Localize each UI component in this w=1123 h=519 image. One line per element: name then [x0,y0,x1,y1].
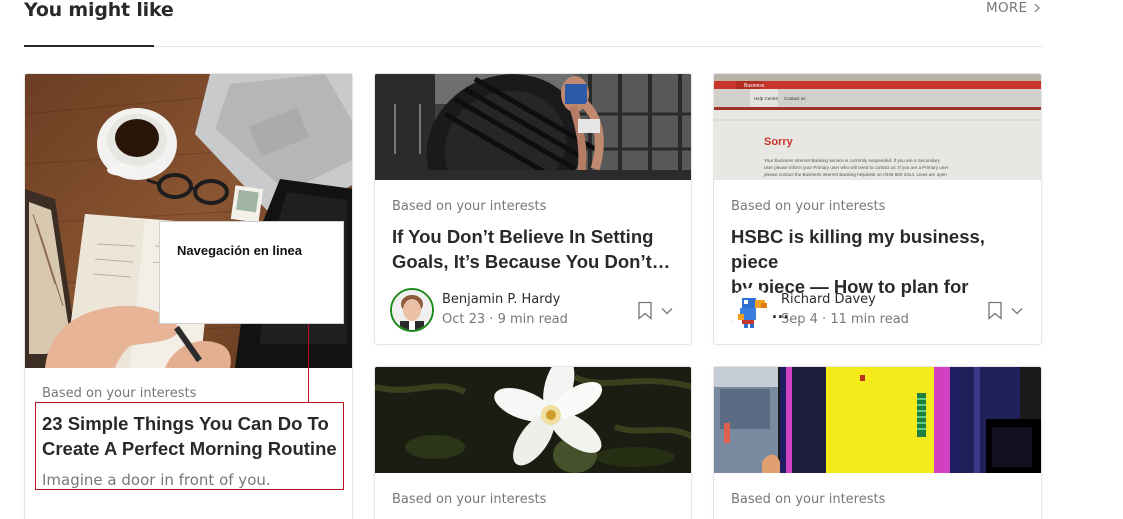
banking-body-line1: Your Business Internet Banking service i… [764,158,940,163]
more-label: MORE [986,0,1028,16]
annotation-callout: Navegación en linea [159,221,344,324]
author-row: Benjamin P. Hardy Oct 23 · 9 min read [390,288,568,332]
card-kicker: Based on your interests [392,492,547,507]
post-meta: Sep 4 · 11 min read [781,310,909,330]
more-link[interactable]: MORE [986,0,1041,16]
banking-sorry-heading: Sorry [764,136,794,148]
banking-body-line2: user please inform your Primary user who… [764,165,949,170]
author-name[interactable]: Richard Davey [781,290,909,310]
story-image-banking-screen[interactable]: Business Help Centre Contact us Sorry Yo… [714,74,1041,180]
card-kicker: Based on your interests [731,492,886,507]
story-image-game[interactable] [714,367,1041,473]
story-title-line1: HSBC is killing my business, piece [731,226,985,272]
meta-separator: · [489,312,494,327]
story-card-hsbc[interactable]: Business Help Centre Contact us Sorry Yo… [713,73,1042,345]
chevron-down-icon[interactable] [661,307,673,315]
section-title: You might like [24,0,174,21]
story-card-setting-goals[interactable]: Based on your interests If You Don’t Bel… [374,73,692,345]
card-kicker: Based on your interests [42,386,197,401]
story-image-gym[interactable] [375,74,691,180]
chevron-right-icon [1034,3,1041,13]
post-date: Sep 4 [781,312,818,327]
author-row: Richard Davey Sep 4 · 11 min read [729,288,909,332]
section-divider [24,46,1043,47]
banking-tab-help: Help Centre [754,96,779,101]
post-meta: Oct 23 · 9 min read [442,310,568,330]
bookmark-icon[interactable] [987,301,1003,320]
card-kicker: Based on your interests [392,199,547,214]
banking-tab-business: Business [744,83,765,89]
annotation-connector [308,324,309,403]
story-card-flower[interactable]: Based on your interests [374,366,692,519]
story-image-flower[interactable] [375,367,691,473]
section-title-underline [24,45,154,47]
story-title-line1: If You Don’t Believe In Setting [392,226,654,247]
read-time: 9 min read [497,312,568,327]
read-time: 11 min read [830,312,909,327]
card-actions [637,301,673,320]
annotation-label: Navegación en linea [177,243,302,258]
story-card-game[interactable]: Based on your interests [713,366,1042,519]
bookmark-icon[interactable] [637,301,653,320]
post-date: Oct 23 [442,312,486,327]
author-name[interactable]: Benjamin P. Hardy [442,290,568,310]
chevron-down-icon[interactable] [1011,307,1023,315]
story-title[interactable]: If You Don’t Believe In Setting Goals, I… [392,224,682,274]
banking-tab-contact: Contact us [784,96,806,101]
meta-separator: · [822,312,827,327]
story-title-line2: Goals, It’s Because You Don’t… [392,251,671,272]
avatar[interactable] [729,288,773,332]
card-kicker: Based on your interests [731,199,886,214]
annotation-highlight-frame [35,402,344,490]
avatar[interactable] [390,288,434,332]
card-actions [987,301,1023,320]
banking-body-line3: please contact the Business Internet Ban… [764,172,947,177]
